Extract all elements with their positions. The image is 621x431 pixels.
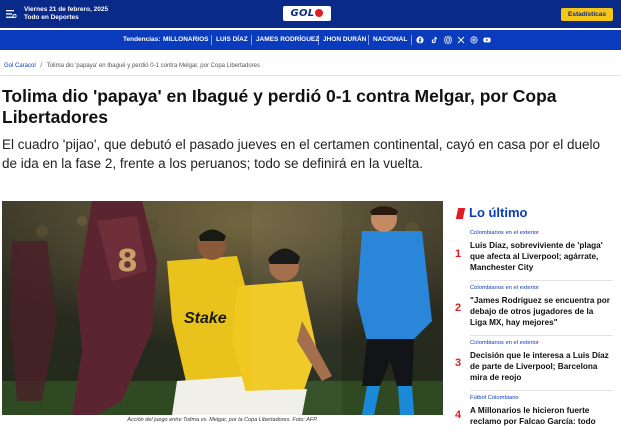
breadcrumb-current: Tolima dio 'papaya' en Ibagué y perdió 0… bbox=[46, 63, 261, 69]
logo-text: GOL bbox=[290, 8, 315, 19]
item-divider bbox=[470, 390, 613, 391]
trend-separator bbox=[251, 35, 252, 45]
item-headline[interactable]: "James Rodríguez se encuentra por debajo… bbox=[470, 295, 612, 328]
youtube-icon[interactable] bbox=[483, 36, 491, 44]
latest-news-item[interactable]: 4 Fútbol Colombiano A Millonarios le hic… bbox=[452, 393, 613, 431]
hamburger-menu-icon[interactable] bbox=[5, 8, 17, 20]
trend-link-james-rodriguez[interactable]: JAMES RODRÍGUEZ bbox=[256, 36, 319, 43]
latest-news-item[interactable]: 2 Colombianos en el exterior "James Rodr… bbox=[452, 283, 613, 336]
x-icon[interactable] bbox=[457, 36, 465, 44]
article-photo[interactable]: 8 Stake bbox=[2, 201, 443, 415]
item-headline[interactable]: Luis Díaz, sobreviviente de 'plaga' que … bbox=[470, 240, 612, 273]
item-category[interactable]: Colombianos en el exterior bbox=[470, 230, 539, 236]
logo-ball-icon bbox=[315, 9, 324, 17]
match-photo-illustration: 8 Stake bbox=[2, 201, 443, 415]
date-text: Viernes 21 de febrero, 2025 bbox=[24, 6, 109, 13]
tiktok-icon[interactable] bbox=[430, 36, 438, 44]
trend-link-luis-diaz[interactable]: LUIS DÍAZ bbox=[216, 36, 248, 43]
trends-label: Tendencias: bbox=[123, 36, 161, 43]
tagline-text: Todo en Deportes bbox=[24, 13, 79, 21]
top-bar: Viernes 21 de febrero, 2025 Todo en Depo… bbox=[0, 0, 621, 28]
article-lead: El cuadro 'pijao', que debutó el pasado … bbox=[2, 137, 601, 171]
trends-bar: Tendencias: MILLONARIOS LUIS DÍAZ JAMES … bbox=[0, 30, 621, 50]
trend-link-jhon-duran[interactable]: JHON DURÁN bbox=[323, 36, 366, 43]
instagram-icon[interactable] bbox=[444, 36, 452, 44]
section-marker-icon bbox=[455, 208, 466, 219]
item-divider bbox=[470, 335, 613, 336]
item-headline[interactable]: Decisión que le interesa a Luis Díaz de … bbox=[470, 350, 612, 383]
photo-caption: Acción del juego entre Tolima vs. Melgar… bbox=[127, 417, 318, 423]
latest-news-item[interactable]: 3 Colombianos en el exterior Decisión qu… bbox=[452, 338, 613, 391]
facebook-icon[interactable] bbox=[416, 36, 424, 44]
item-number: 2 bbox=[455, 302, 462, 314]
item-headline[interactable]: A Millonarios le hicieron fuerte reclamo… bbox=[470, 405, 612, 427]
breadcrumb: Gol Caracol / Tolima dio 'papaya' en Iba… bbox=[4, 63, 260, 69]
divider bbox=[0, 75, 621, 76]
item-number: 4 bbox=[455, 409, 462, 421]
date-block: Viernes 21 de febrero, 2025 Todo en Depo… bbox=[24, 6, 108, 21]
trend-link-nacional[interactable]: NACIONAL bbox=[373, 36, 407, 43]
sidebar-title: Lo último bbox=[469, 205, 528, 220]
item-divider bbox=[470, 280, 613, 281]
latest-news-item[interactable]: 1 Colombianos en el exterior Luis Díaz, … bbox=[452, 228, 613, 281]
stats-button[interactable]: Estadísticas bbox=[561, 8, 613, 21]
item-category[interactable]: Fútbol Colombiano bbox=[470, 395, 519, 401]
article-title: Tolima dio 'papaya' en Ibagué y perdió 0… bbox=[2, 86, 557, 127]
item-category[interactable]: Colombianos en el exterior bbox=[470, 340, 539, 346]
item-category[interactable]: Colombianos en el exterior bbox=[470, 285, 539, 291]
trend-separator bbox=[318, 35, 319, 45]
jersey-number: 8 bbox=[117, 244, 138, 279]
trend-separator bbox=[411, 35, 412, 45]
trend-separator bbox=[368, 35, 369, 45]
item-number: 3 bbox=[455, 357, 462, 369]
trend-link-millonarios[interactable]: MILLONARIOS bbox=[163, 36, 209, 43]
trend-separator bbox=[211, 35, 212, 45]
sponsor-text: Stake bbox=[184, 310, 227, 327]
breadcrumb-separator: / bbox=[40, 63, 43, 69]
breadcrumb-home-link[interactable]: Gol Caracol bbox=[4, 63, 36, 69]
item-number: 1 bbox=[455, 248, 462, 260]
site-logo[interactable]: GOL bbox=[283, 6, 331, 21]
threads-icon[interactable] bbox=[470, 36, 478, 44]
